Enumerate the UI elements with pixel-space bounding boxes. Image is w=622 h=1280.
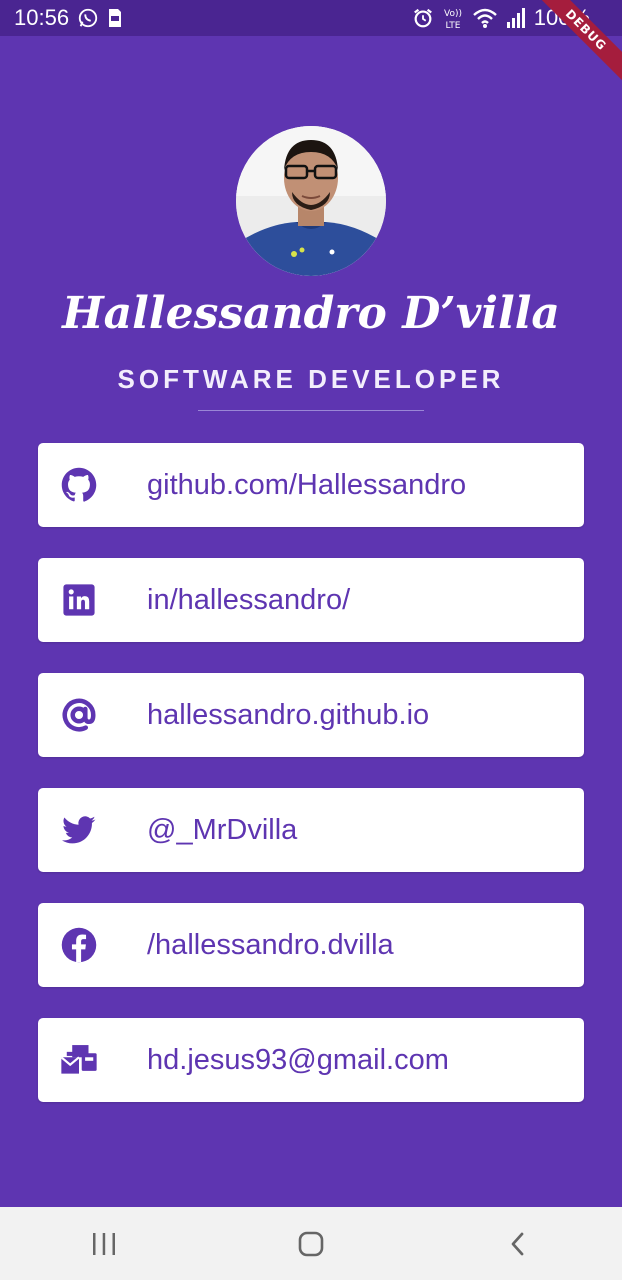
github-icon — [60, 467, 98, 503]
at-icon — [60, 697, 98, 733]
status-bar: 10:56 Vo))LTE 100% — [0, 0, 622, 36]
contact-label-linkedin: in/hallessandro/ — [147, 584, 351, 616]
twitter-icon — [60, 812, 98, 848]
debug-banner: DEBUG — [532, 0, 622, 90]
contact-label-website: hallessandro.github.io — [147, 699, 430, 731]
contact-label-twitter: @_MrDvilla — [147, 814, 298, 846]
profile-name: Hallessandro D’villa — [62, 288, 560, 339]
contact-card-linkedin[interactable]: in/hallessandro/ — [38, 558, 584, 642]
profile-role: SOFTWARE DEVELOPER — [117, 364, 505, 394]
svg-text:LTE: LTE — [445, 21, 460, 30]
home-icon[interactable] — [281, 1214, 341, 1274]
whatsapp-icon — [77, 7, 99, 29]
back-icon[interactable] — [488, 1214, 548, 1274]
contact-card-email[interactable]: hd.jesus93@gmail.com — [38, 1018, 584, 1102]
volte-icon: Vo)) LTE — [442, 6, 464, 30]
recent-apps-icon[interactable] — [74, 1214, 134, 1274]
svg-text:Vo)): Vo)) — [444, 9, 462, 19]
contact-card-facebook[interactable]: /hallessandro.dvilla — [38, 903, 584, 987]
divider — [198, 410, 424, 411]
system-nav-bar — [0, 1207, 622, 1280]
mail-bulk-icon — [60, 1042, 98, 1078]
wifi-icon — [472, 7, 498, 29]
signal-icon — [506, 7, 526, 29]
contact-card-website[interactable]: hallessandro.github.io — [38, 673, 584, 757]
contact-card-twitter[interactable]: @_MrDvilla — [38, 788, 584, 872]
facebook-icon — [60, 927, 98, 963]
linkedin-icon — [60, 582, 98, 618]
contact-label-email: hd.jesus93@gmail.com — [147, 1044, 449, 1076]
contact-label-github: github.com/Hallessandro — [147, 469, 467, 501]
contact-card-github[interactable]: github.com/Hallessandro — [38, 443, 584, 527]
status-time: 10:56 — [14, 5, 70, 30]
debug-banner-label: DEBUG — [532, 0, 622, 87]
contact-label-facebook: /hallessandro.dvilla — [147, 929, 394, 961]
status-left: 10:56 — [14, 5, 123, 31]
alarm-icon — [412, 7, 434, 29]
avatar — [236, 126, 386, 276]
sd-card-icon — [107, 7, 123, 29]
